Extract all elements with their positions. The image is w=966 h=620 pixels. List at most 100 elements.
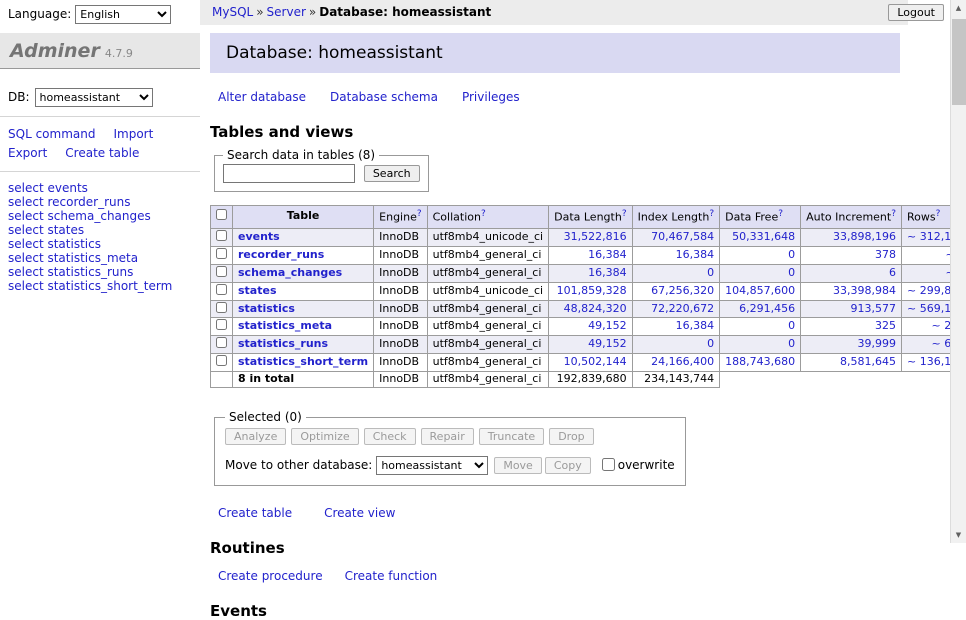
data-length-link[interactable]: 10,502,144 <box>564 355 627 368</box>
create-table-link-bottom[interactable]: Create table <box>218 506 292 520</box>
alter-database-link[interactable]: Alter database <box>218 90 306 104</box>
table-name-link[interactable]: schema_changes <box>238 266 342 279</box>
breadcrumb-link-mysql[interactable]: MySQL <box>212 5 253 19</box>
optimize-button[interactable]: Optimize <box>291 428 358 445</box>
doc-link[interactable]: ? <box>417 209 422 219</box>
table-name-link[interactable]: statistics_runs <box>238 337 328 350</box>
auto-increment-link[interactable]: 39,999 <box>858 337 897 350</box>
create-procedure-link[interactable]: Create procedure <box>218 569 323 583</box>
auto-increment-link[interactable]: 6 <box>889 266 896 279</box>
table-name-link[interactable]: events <box>238 230 280 243</box>
data-free-link[interactable]: 0 <box>788 248 795 261</box>
data-free-link[interactable]: 0 <box>788 337 795 350</box>
index-length-link[interactable]: 24,166,400 <box>651 355 714 368</box>
scroll-down-button[interactable]: ▼ <box>951 527 966 543</box>
data-length-link[interactable]: 48,824,320 <box>564 302 627 315</box>
table-name-link[interactable]: statistics <box>238 302 295 315</box>
index-length-link[interactable]: 16,384 <box>676 319 715 332</box>
doc-link[interactable]: ? <box>936 209 941 219</box>
data-free-link[interactable]: 0 <box>788 266 795 279</box>
row-checkbox[interactable] <box>216 319 227 330</box>
logout-button[interactable]: Logout <box>888 4 944 21</box>
breadcrumb-link-server[interactable]: Server <box>267 5 306 19</box>
move-row: Move to other database:homeassistantMove… <box>225 456 675 475</box>
table-name-link[interactable]: recorder_runs <box>238 248 324 261</box>
auto-increment-link[interactable]: 33,898,196 <box>833 230 896 243</box>
db-select[interactable]: homeassistant <box>35 88 153 107</box>
search-input[interactable] <box>223 164 355 183</box>
scrollbar-thumb[interactable] <box>952 19 966 105</box>
data-length-link[interactable]: 16,384 <box>588 248 627 261</box>
sql-command-link[interactable]: SQL command <box>8 127 95 141</box>
repair-button[interactable]: Repair <box>421 428 474 445</box>
data-free-link[interactable]: 0 <box>788 319 795 332</box>
export-link[interactable]: Export <box>8 146 47 160</box>
row-checkbox[interactable] <box>216 266 227 277</box>
table-row: states InnoDB utf8mb4_unicode_ci 101,859… <box>211 282 966 300</box>
row-checkbox[interactable] <box>216 302 227 313</box>
privileges-link[interactable]: Privileges <box>462 90 520 104</box>
move-button[interactable]: Move <box>494 457 542 474</box>
index-length-link[interactable]: 0 <box>707 337 714 350</box>
create-function-link[interactable]: Create function <box>345 569 438 583</box>
doc-link[interactable]: ? <box>778 209 783 219</box>
doc-link[interactable]: ? <box>709 209 714 219</box>
row-checkbox[interactable] <box>216 230 227 241</box>
auto-increment-link[interactable]: 33,398,984 <box>833 284 896 297</box>
row-checkbox[interactable] <box>216 355 227 366</box>
overwrite-label: overwrite <box>618 458 675 472</box>
analyze-button[interactable]: Analyze <box>225 428 286 445</box>
doc-link[interactable]: ? <box>622 209 627 219</box>
auto-increment-link[interactable]: 913,577 <box>851 302 897 315</box>
sidebar-table-link[interactable]: select statistics <box>8 237 101 251</box>
import-link[interactable]: Import <box>113 127 153 141</box>
copy-button[interactable]: Copy <box>545 457 591 474</box>
sidebar-table-link[interactable]: select statistics_meta <box>8 251 138 265</box>
table-name-link[interactable]: statistics_meta <box>238 319 332 332</box>
auto-increment-link[interactable]: 325 <box>875 319 896 332</box>
truncate-button[interactable]: Truncate <box>479 428 544 445</box>
scrollbar[interactable]: ▲ ▼ <box>950 0 966 543</box>
overwrite-checkbox[interactable] <box>602 458 615 471</box>
table-name-link[interactable]: states <box>238 284 277 297</box>
data-length-link[interactable]: 49,152 <box>588 337 627 350</box>
data-length-link[interactable]: 16,384 <box>588 266 627 279</box>
data-length-link[interactable]: 101,859,328 <box>557 284 627 297</box>
auto-increment-link[interactable]: 378 <box>875 248 896 261</box>
language-select[interactable]: English <box>75 5 171 24</box>
create-table-link[interactable]: Create table <box>65 146 139 160</box>
data-free-link[interactable]: 6,291,456 <box>739 302 795 315</box>
auto-increment-link[interactable]: 8,581,645 <box>840 355 896 368</box>
sidebar-table-link[interactable]: select states <box>8 223 84 237</box>
doc-link[interactable]: ? <box>891 209 896 219</box>
database-schema-link[interactable]: Database schema <box>330 90 438 104</box>
row-checkbox[interactable] <box>216 248 227 259</box>
create-view-link[interactable]: Create view <box>324 506 395 520</box>
data-free-link[interactable]: 50,331,648 <box>732 230 795 243</box>
data-free-link[interactable]: 104,857,600 <box>725 284 795 297</box>
select-all-checkbox[interactable] <box>216 209 227 220</box>
adminer-logo: Adminer4.7.9 <box>0 33 200 69</box>
sidebar-table-link[interactable]: select statistics_runs <box>8 265 133 279</box>
index-length-link[interactable]: 0 <box>707 266 714 279</box>
sidebar-table-link[interactable]: select statistics_short_term <box>8 279 172 293</box>
sidebar-table-link[interactable]: select schema_changes <box>8 209 151 223</box>
table-name-link[interactable]: statistics_short_term <box>238 355 368 368</box>
data-free-link[interactable]: 188,743,680 <box>725 355 795 368</box>
data-length-link[interactable]: 49,152 <box>588 319 627 332</box>
doc-link[interactable]: ? <box>481 209 486 219</box>
scroll-up-button[interactable]: ▲ <box>951 0 966 16</box>
row-checkbox[interactable] <box>216 337 227 348</box>
check-button[interactable]: Check <box>364 428 416 445</box>
sidebar-table-link[interactable]: select recorder_runs <box>8 195 131 209</box>
index-length-link[interactable]: 70,467,584 <box>651 230 714 243</box>
drop-button[interactable]: Drop <box>549 428 593 445</box>
index-length-link[interactable]: 67,256,320 <box>651 284 714 297</box>
search-button[interactable]: Search <box>364 165 420 182</box>
sidebar-table-link[interactable]: select events <box>8 181 88 195</box>
index-length-link[interactable]: 16,384 <box>676 248 715 261</box>
index-length-link[interactable]: 72,220,672 <box>651 302 714 315</box>
data-length-link[interactable]: 31,522,816 <box>564 230 627 243</box>
move-database-select[interactable]: homeassistant <box>376 456 488 475</box>
row-checkbox[interactable] <box>216 284 227 295</box>
